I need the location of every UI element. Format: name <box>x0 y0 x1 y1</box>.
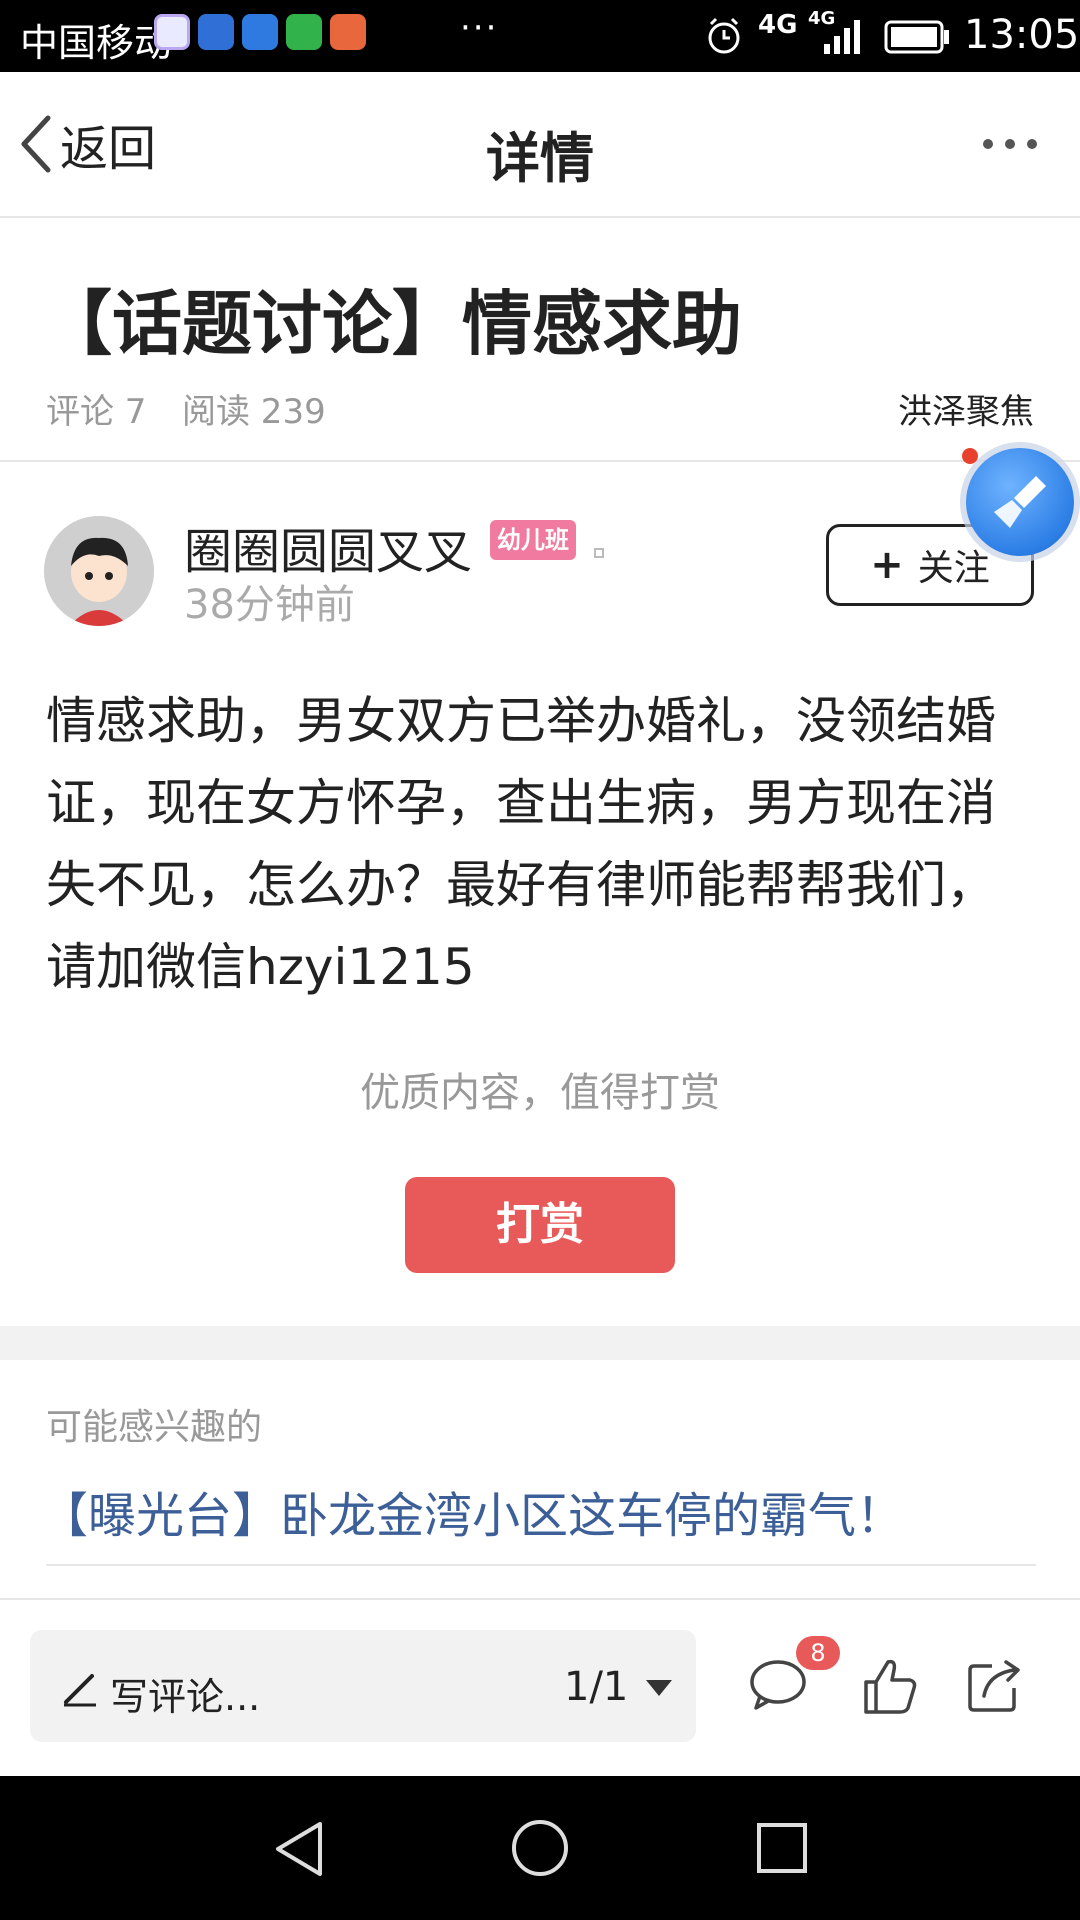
system-home-icon[interactable] <box>510 1818 570 1878</box>
video-app-icon <box>154 14 190 50</box>
section-divider <box>0 1326 1080 1360</box>
comment-count-badge: 8 <box>796 1636 840 1670</box>
shield-app-icon <box>242 14 278 50</box>
network-type-label: 4G <box>758 10 798 40</box>
badge-dot <box>594 548 604 558</box>
reward-hint: 优质内容，值得打赏 <box>360 1070 720 1116</box>
more-icon[interactable] <box>980 134 1040 154</box>
article-title: 【话题讨论】情感求助 <box>42 283 742 365</box>
battery-icon <box>884 20 949 54</box>
post-body: 情感求助，男女双方已举办婚礼，没领结婚证，现在女方怀孕，查出生病，男方现在消失不… <box>46 692 996 996</box>
comment-input[interactable]: 写评论... 1/1 <box>30 1630 696 1742</box>
pencil-icon <box>64 1674 96 1707</box>
avatar-image <box>44 516 154 626</box>
comment-count-label: 评论 7 <box>46 392 147 432</box>
system-back-icon[interactable] <box>272 1820 326 1878</box>
level-badge: 幼儿班 <box>490 520 576 560</box>
divider <box>0 460 1080 462</box>
comment-placeholder: 写评论... <box>110 1675 261 1719</box>
more-notifications-icon: ··· <box>460 8 499 48</box>
read-count-label: 阅读 239 <box>182 392 326 432</box>
comment-bar: 写评论... 1/1 8 <box>0 1598 1080 1778</box>
clock: 13:05 <box>964 12 1080 58</box>
mail-app-icon <box>330 14 366 50</box>
notification-dot <box>962 448 978 464</box>
page-indicator[interactable]: 1/1 <box>564 1664 628 1710</box>
system-recents-icon[interactable] <box>756 1822 808 1874</box>
post-time: 38分钟前 <box>184 582 355 628</box>
nav-bar: 返回 详情 <box>0 72 1080 218</box>
system-navigation-bar <box>0 1776 1080 1920</box>
plus-icon: + <box>870 542 904 588</box>
status-bar: 中国移动 ··· 4G 4G 13:05 <box>0 0 1080 72</box>
related-article-link[interactable]: 【曝光台】卧龙金湾小区这车停的霸气！ <box>40 1476 904 1546</box>
source-link[interactable]: 洪泽聚焦 <box>898 384 1034 433</box>
reward-button[interactable]: 打赏 <box>405 1177 675 1273</box>
share-icon[interactable] <box>966 1656 1024 1714</box>
signal-icon <box>824 20 860 54</box>
dropdown-caret-icon[interactable] <box>646 1680 672 1696</box>
divider <box>46 1564 1036 1566</box>
floating-cleaner-button[interactable] <box>966 448 1074 556</box>
broom-icon <box>994 476 1046 528</box>
comment-icon[interactable] <box>748 1658 808 1712</box>
carrier-name: 中国移动 <box>20 21 173 65</box>
thumbs-up-icon[interactable] <box>862 1656 918 1716</box>
page-title: 详情 <box>486 127 594 190</box>
related-header: 可能感兴趣的 <box>46 1407 263 1448</box>
wechat-icon <box>286 14 322 50</box>
alarm-icon <box>708 17 740 54</box>
app-icon <box>198 14 234 50</box>
avatar[interactable] <box>44 516 154 626</box>
